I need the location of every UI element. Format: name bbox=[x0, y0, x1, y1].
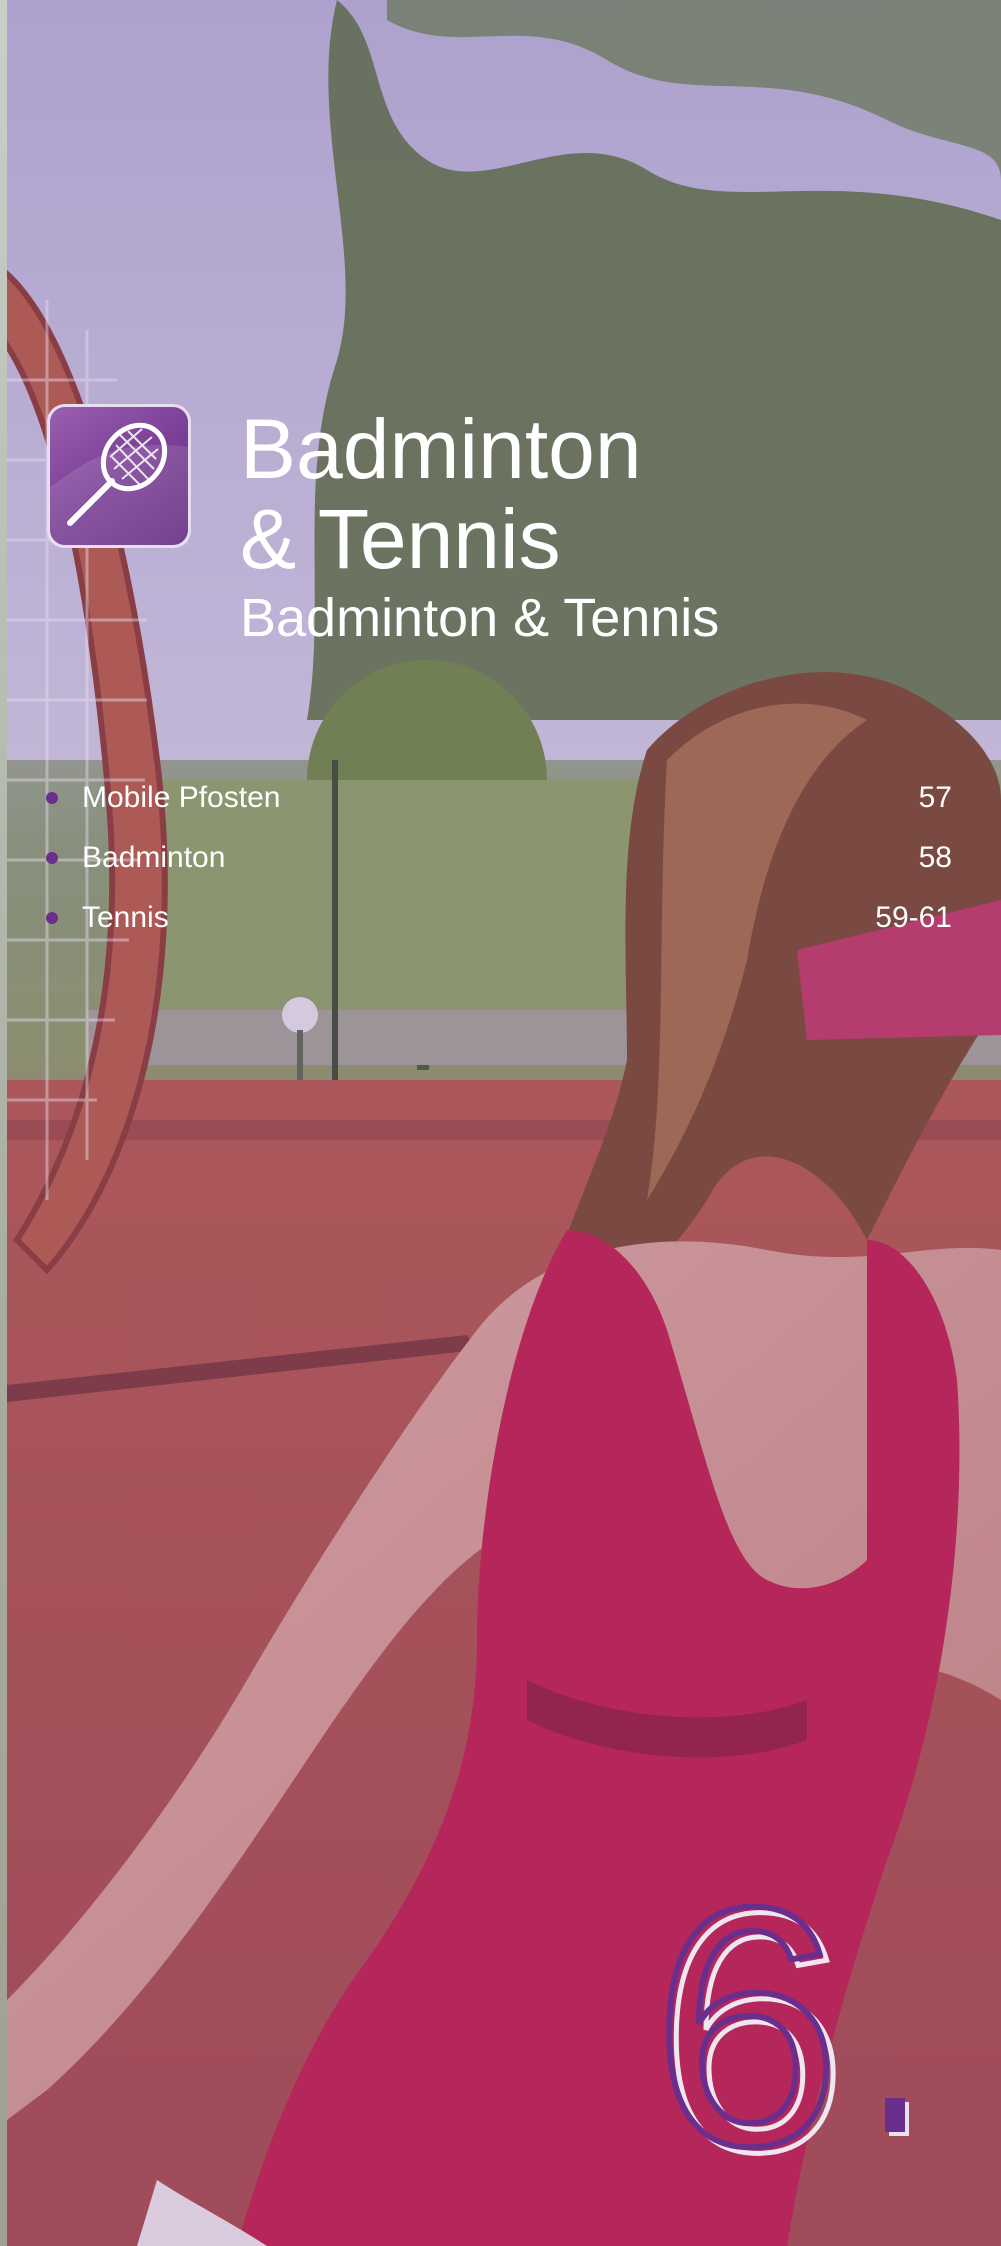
brochure-page: Badminton & Tennis Badminton & Tennis Mo… bbox=[0, 0, 1001, 2246]
bullet-icon bbox=[46, 912, 58, 924]
toc-item[interactable]: Badminton 58 bbox=[46, 832, 952, 892]
toc-item-pages: 58 bbox=[918, 841, 952, 874]
tennis-racket-icon-box bbox=[47, 404, 191, 548]
table-of-contents: Mobile Pfosten 57 Badminton 58 Tennis 59… bbox=[46, 772, 952, 952]
page-title: Badminton & Tennis bbox=[240, 404, 642, 584]
toc-item-pages: 59-61 bbox=[875, 901, 952, 934]
chapter-number-text: 6 bbox=[652, 1850, 841, 2170]
page-edge-strip bbox=[0, 0, 7, 2246]
toc-item-label: Mobile Pfosten bbox=[82, 781, 281, 814]
toc-item-label: Tennis bbox=[82, 901, 169, 934]
chapter-number: 6 6 bbox=[652, 1850, 851, 2170]
toc-item[interactable]: Tennis 59-61 bbox=[46, 892, 952, 952]
toc-item-pages: 57 bbox=[918, 781, 952, 814]
title-line-1: Badminton bbox=[240, 402, 642, 496]
page-subtitle: Badminton & Tennis bbox=[240, 588, 720, 648]
bullet-icon bbox=[46, 852, 58, 864]
tennis-racket-icon bbox=[50, 422, 188, 545]
title-line-2: & Tennis bbox=[240, 492, 561, 586]
toc-item[interactable]: Mobile Pfosten 57 bbox=[46, 772, 952, 832]
toc-item-label: Badminton bbox=[82, 841, 226, 874]
bullet-icon bbox=[46, 792, 58, 804]
chapter-dot bbox=[885, 2098, 905, 2132]
